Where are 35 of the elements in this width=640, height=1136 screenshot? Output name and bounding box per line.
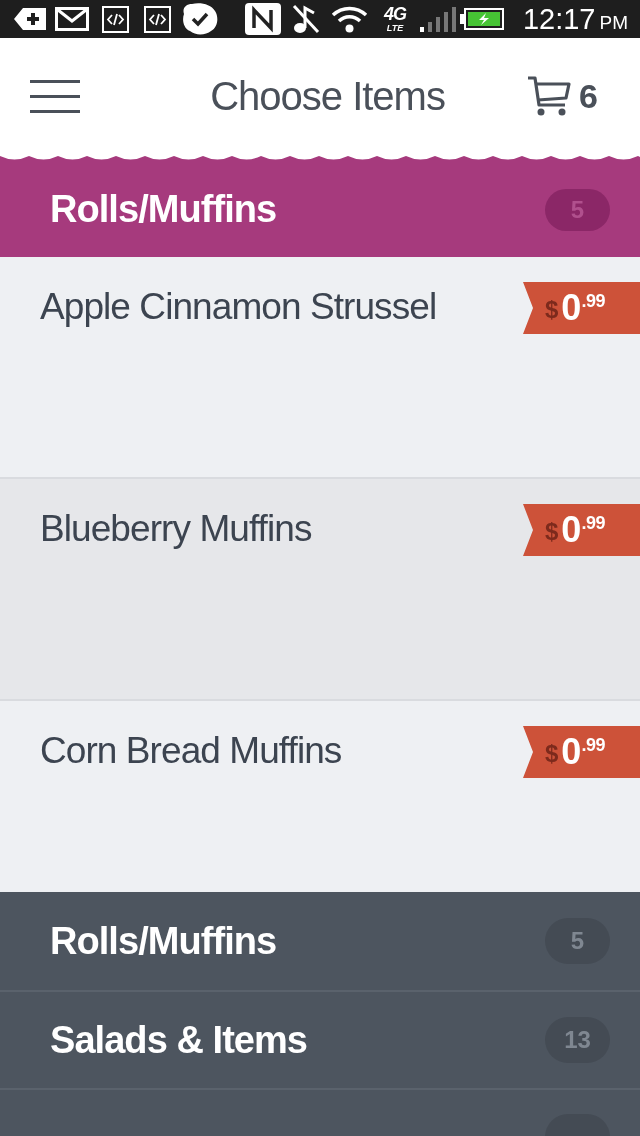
price-cents: .99 [581,292,606,310]
menu-button[interactable] [30,79,80,113]
cart-button[interactable]: 6 [527,75,598,117]
wifi-icon [331,5,368,33]
cart-icon [527,75,572,117]
music-muted-icon [292,4,320,34]
category-title: Rolls/Muffins [50,187,277,232]
nfc-icon [245,3,281,35]
menu-icon [30,79,80,113]
code-icon [144,5,171,33]
category-name[interactable]: Rolls/Muffins [50,912,277,970]
category-name[interactable]: Salads & Items [50,1011,308,1069]
price-whole: 0 [561,512,582,548]
clock-period: PM [599,12,628,32]
price-whole: 0 [561,290,582,326]
item-name: Blueberry Muffins [40,507,312,551]
price-whole: 0 [561,734,582,770]
currency-symbol: $ [545,520,559,544]
page-title: Choose Items [210,73,445,120]
price-cents: .99 [581,514,606,532]
mail-icon [55,7,89,31]
network-type: 4G [383,5,407,23]
price-cents: .99 [581,736,606,754]
battery-icon [460,8,504,30]
code-icon [102,5,129,33]
network-subtype: LTE [386,22,404,33]
signal-icon [420,6,456,32]
clock-time: 12:17 [522,4,596,34]
item-name: Corn Bread Muffins [40,729,342,773]
count-badge: 13 [545,1017,610,1063]
notification-plus-icon [14,8,46,30]
currency-symbol: $ [545,298,559,322]
item-name: Apple Cinnamon Strussel [40,285,437,329]
currency-symbol: $ [545,742,559,766]
count-badge: 5 [545,918,610,964]
